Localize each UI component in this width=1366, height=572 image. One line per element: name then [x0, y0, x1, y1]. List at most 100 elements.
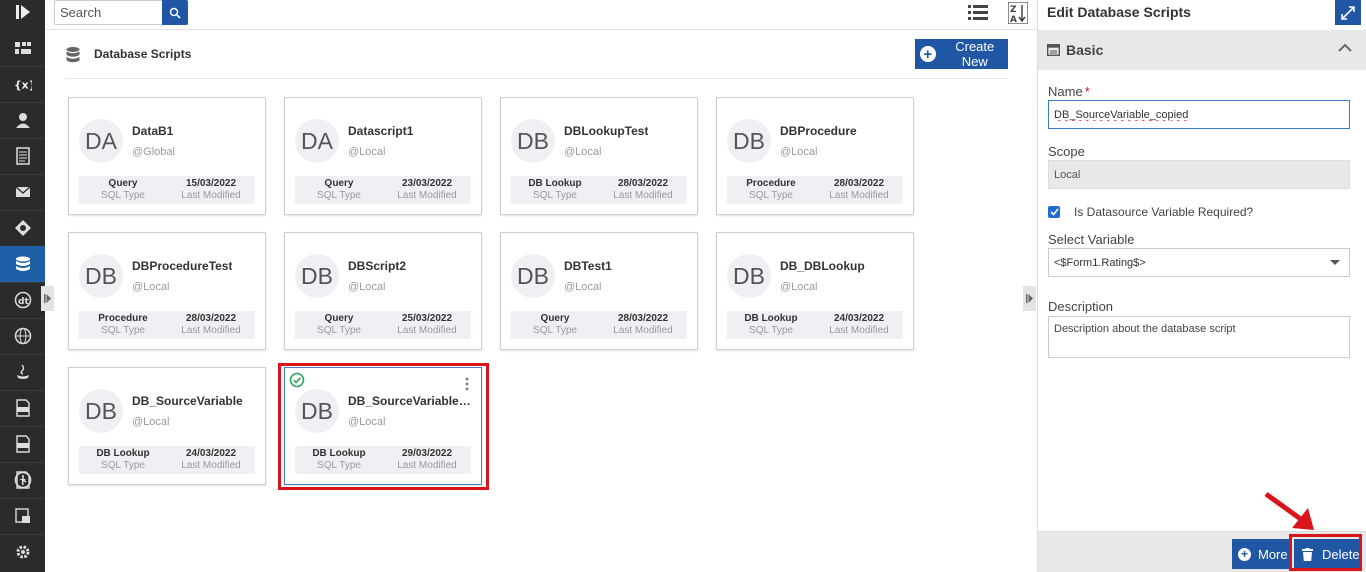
variables-icon[interactable]: {x}: [0, 66, 45, 102]
sql-type-value: Query: [540, 313, 570, 324]
globe-icon[interactable]: [0, 318, 45, 354]
script-scope: @Local: [132, 281, 170, 293]
script-name: Datascript1: [348, 124, 414, 138]
script-avatar: DB: [511, 119, 555, 163]
user-icon[interactable]: [0, 102, 45, 138]
last-modified-value: 23/03/2022: [401, 178, 453, 189]
last-modified-value: 28/03/2022: [185, 313, 237, 324]
more-button[interactable]: + More: [1232, 539, 1289, 569]
description-field[interactable]: Description about the database script: [1048, 316, 1350, 358]
script-card-selected[interactable]: DB DB_SourceVariable_c... @Local DB Look…: [284, 367, 482, 485]
create-new-button[interactable]: + Create New: [915, 39, 1008, 69]
script-meta: Query SQL Type 28/03/2022 Last Modified: [511, 311, 687, 339]
last-modified-value: 28/03/2022: [617, 178, 669, 189]
script-meta: Query SQL Type 23/03/2022 Last Modified: [295, 176, 471, 204]
expand-icon: [1341, 5, 1355, 20]
caret-down-icon: [1330, 260, 1340, 265]
datasource-required-checkbox[interactable]: [1048, 206, 1060, 218]
list-view-icon[interactable]: [968, 3, 988, 23]
script-meta: Procedure SQL Type 28/03/2022 Last Modif…: [79, 311, 255, 339]
script-scope: @Global: [132, 146, 175, 158]
sql-type-label: SQL Type: [101, 325, 145, 336]
edit-panel: Edit Database Scripts Basic Name* Scope …: [1037, 0, 1366, 572]
script-card[interactable]: DB DBLookupTest @Local DB Lookup SQL Typ…: [500, 97, 698, 215]
database-icon: [66, 47, 80, 63]
script-meta: Query SQL Type 15/03/2022 Last Modified: [79, 176, 255, 204]
kebab-menu-icon[interactable]: [465, 377, 469, 391]
script-avatar: DB: [727, 119, 771, 163]
dashboard-icon[interactable]: [0, 30, 45, 66]
script-scope: @Local: [780, 281, 818, 293]
sql-type-label: SQL Type: [749, 190, 793, 201]
sql-type-value: Query: [324, 178, 354, 189]
script-name: DBProcedure: [780, 124, 857, 138]
sql-type-label: SQL Type: [101, 190, 145, 201]
script-scope: @Local: [780, 146, 818, 158]
database-icon[interactable]: [0, 246, 45, 282]
settings-icon[interactable]: [0, 534, 45, 570]
name-field[interactable]: [1048, 100, 1350, 129]
sql-type-value: DB Lookup: [744, 313, 798, 324]
script-name: DB_SourceVariable: [132, 394, 243, 408]
last-modified-value: 25/03/2022: [401, 313, 453, 324]
plus-icon: +: [1238, 547, 1251, 561]
sql-type-label: SQL Type: [533, 190, 577, 201]
sql-type-value: Query: [324, 313, 354, 324]
expand-button[interactable]: [1335, 0, 1361, 25]
search-button[interactable]: [162, 0, 188, 25]
basic-section-header[interactable]: Basic: [1038, 30, 1366, 70]
java-icon[interactable]: [0, 354, 45, 390]
script-scope: @Local: [348, 281, 386, 293]
sql-type-value: DB Lookup: [528, 178, 582, 189]
script-avatar: DB: [79, 389, 123, 433]
js-file-icon[interactable]: [0, 390, 45, 426]
script-card[interactable]: DB DBTest1 @Local Query SQL Type 28/03/2…: [500, 232, 698, 350]
required-marker: *: [1084, 84, 1090, 99]
panel-title: Edit Database Scripts: [1047, 4, 1191, 20]
sort-az-icon[interactable]: ZA: [1008, 2, 1028, 24]
script-name: DBProcedureTest: [132, 259, 233, 273]
script-card[interactable]: DA Datascript1 @Local Query SQL Type 23/…: [284, 97, 482, 215]
script-name: DBTest1: [564, 259, 612, 273]
script-meta: DB Lookup SQL Type 24/03/2022 Last Modif…: [727, 311, 903, 339]
datasource-required-label: Is Datasource Variable Required?: [1074, 205, 1254, 219]
sql-type-label: SQL Type: [317, 460, 361, 471]
last-modified-value: 29/03/2022: [401, 448, 453, 459]
logo-icon[interactable]: [0, 0, 45, 24]
name-label-text: Name: [1048, 84, 1083, 99]
script-avatar: DB: [295, 389, 339, 433]
collapse-panel-handle[interactable]: [1023, 286, 1036, 311]
script-meta: Procedure SQL Type 28/03/2022 Last Modif…: [727, 176, 903, 204]
svg-text:{x}: {x}: [14, 79, 32, 92]
description-label: Description: [1048, 299, 1114, 314]
datatype-icon[interactable]: dt: [0, 282, 45, 318]
clock-icon[interactable]: [0, 462, 45, 498]
script-avatar: DA: [79, 119, 123, 163]
mail-icon[interactable]: [0, 174, 45, 210]
form-icon: [1047, 44, 1060, 56]
delete-highlight-frame: [1289, 534, 1362, 571]
script-card[interactable]: DB DBProcedureTest @Local Procedure SQL …: [68, 232, 266, 350]
sql-type-label: SQL Type: [749, 325, 793, 336]
select-variable-dropdown[interactable]: <$Form1.Rating$>: [1048, 248, 1350, 277]
script-name: DB_DBLookup: [780, 259, 865, 273]
script-card[interactable]: DB DB_SourceVariable @Local DB Lookup SQ…: [68, 367, 266, 485]
last-modified-label: Last Modified: [613, 190, 673, 201]
document-icon[interactable]: [0, 138, 45, 174]
css-file-icon[interactable]: [0, 426, 45, 462]
script-card[interactable]: DA DataB1 @Global Query SQL Type 15/03/2…: [68, 97, 266, 215]
script-avatar: DB: [727, 254, 771, 298]
app-root: {x} dt: [0, 0, 1366, 572]
report-icon[interactable]: [0, 498, 45, 534]
process-icon[interactable]: [0, 210, 45, 246]
chevron-up-icon[interactable]: [1338, 43, 1352, 53]
script-card[interactable]: DB DBScript2 @Local Query SQL Type 25/03…: [284, 232, 482, 350]
script-card[interactable]: DB DB_DBLookup @Local DB Lookup SQL Type…: [716, 232, 914, 350]
last-modified-value: 24/03/2022: [833, 313, 885, 324]
page-title: Database Scripts: [94, 47, 192, 61]
collapse-nav-handle[interactable]: [41, 286, 54, 311]
script-card[interactable]: DB DBProcedure @Local Procedure SQL Type…: [716, 97, 914, 215]
script-name: DBLookupTest: [564, 124, 649, 138]
sql-type-label: SQL Type: [101, 460, 145, 471]
last-modified-value: 28/03/2022: [617, 313, 669, 324]
